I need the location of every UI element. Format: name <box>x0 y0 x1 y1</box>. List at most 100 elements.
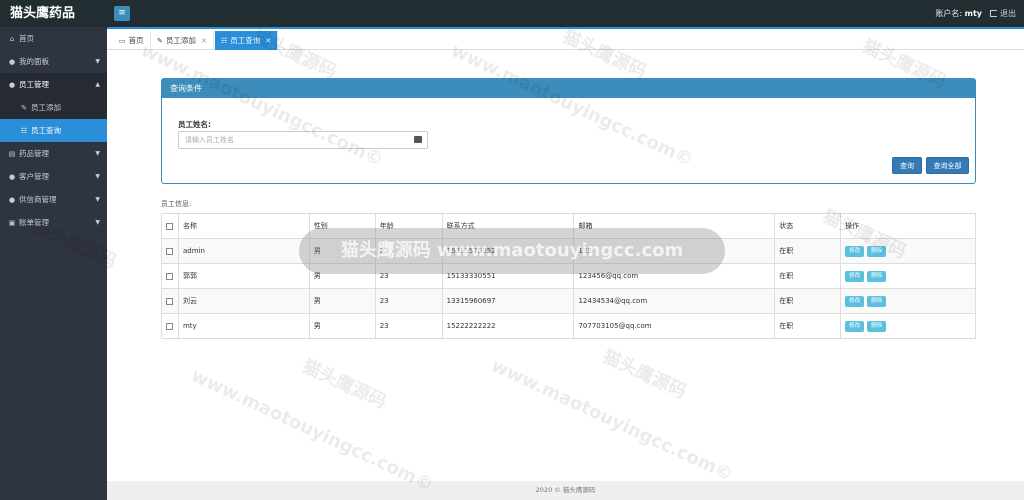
cell-status: 在职 <box>774 263 842 289</box>
keyboard-icon <box>414 136 422 143</box>
home-icon: ⌂ <box>9 35 15 43</box>
sidebar: ⌂ 首页 ● 我的面板 ▼ ● 员工管理 ▲ ✎ 员工添加 ☷ 员工查询 ▤ 药品管理 ▼ … <box>0 27 107 500</box>
tab-bar: ▭ 首页 ✎ 员工添加 ✕ ☷ 员工查询 ✕ <box>107 27 1024 51</box>
select-all-checkbox[interactable] <box>166 222 173 230</box>
watermark-overlay: 猫头鹰源码 www.maotouyingcc.com <box>299 228 725 274</box>
column-header: 操作 <box>840 213 976 239</box>
logout-button[interactable]: 退出 <box>990 0 1016 27</box>
cell-gender: 男 <box>308 313 376 339</box>
list-icon: ☷ <box>20 127 28 135</box>
users-icon: ● <box>8 196 16 204</box>
table-title: 员工信息: <box>161 200 192 208</box>
sidebar-item-drug-management[interactable]: ▤ 药品管理 ▼ <box>0 142 107 165</box>
cell-name: admin <box>177 238 310 264</box>
sidebar-item-label: 账单管理 <box>19 218 49 227</box>
monitor-icon: ▭ <box>119 37 126 45</box>
tab-staff-add[interactable]: ✎ 员工添加 ✕ <box>151 31 214 51</box>
close-icon[interactable]: ✕ <box>265 37 271 45</box>
cell-name: 刘云 <box>177 288 310 314</box>
sidebar-item-staff-query[interactable]: ☷ 员工查询 <box>0 119 107 142</box>
row-checkbox[interactable] <box>166 297 173 305</box>
account-label: 账户名: <box>935 9 963 18</box>
edit-button[interactable]: 修改 <box>845 320 865 332</box>
tab-label: 首页 <box>128 36 144 45</box>
chevron-down-icon: ▼ <box>95 58 100 65</box>
edit-icon: ✎ <box>157 37 163 45</box>
cell-phone: 15222222222 <box>441 313 575 339</box>
account-info: 账户名: mty <box>935 0 982 27</box>
sidebar-item-label: 首页 <box>19 34 34 43</box>
brand-title[interactable]: 猫头鹰药品 <box>0 0 107 27</box>
sidebar-item-label: 药品管理 <box>19 149 49 158</box>
account-name: mty <box>964 9 982 18</box>
menu-icon: ≡ <box>118 8 126 18</box>
users-icon: ● <box>8 81 16 89</box>
sidebar-item-supplier-management[interactable]: ● 供信商管理 ▼ <box>0 188 107 211</box>
edit-button[interactable]: 修改 <box>845 270 865 282</box>
cell-age: 23 <box>374 313 443 339</box>
chevron-down-icon: ▼ <box>95 150 100 157</box>
cell-email: 707703105@qq.com <box>573 313 776 339</box>
cell-actions: 修改 删除 <box>840 288 976 314</box>
cell-actions: 修改 删除 <box>840 313 976 339</box>
query-panel: 查询条件 员工姓名: 查询 查询全部 <box>161 78 976 184</box>
top-navbar: 猫头鹰药品 ≡ 账户名: mty 退出 <box>0 0 1024 27</box>
sidebar-item-label: 供信商管理 <box>19 195 57 204</box>
logout-icon <box>990 10 997 17</box>
cell-phone: 13315960697 <box>441 288 575 314</box>
users-icon: ● <box>8 173 16 181</box>
select-all-cell <box>161 213 179 239</box>
delete-button[interactable]: 删除 <box>867 270 887 282</box>
chevron-down-icon: ▼ <box>95 196 100 203</box>
row-checkbox[interactable] <box>166 272 173 280</box>
cell-name: mty <box>177 313 310 339</box>
sidebar-item-my-panel[interactable]: ● 我的面板 ▼ <box>0 50 107 73</box>
delete-button[interactable]: 删除 <box>867 295 887 307</box>
user-icon: ● <box>8 58 16 66</box>
list-icon: ☷ <box>221 37 228 45</box>
cell-age: 23 <box>374 288 443 314</box>
logout-label: 退出 <box>1000 9 1016 18</box>
footer: 2020 © 猫头鹰源码 <box>107 481 1024 500</box>
chevron-up-icon: ▲ <box>95 81 100 88</box>
book-icon: ▤ <box>8 150 16 158</box>
sidebar-item-label: 员工查询 <box>31 126 61 135</box>
tab-home[interactable]: ▭ 首页 <box>113 31 151 51</box>
tab-label: 员工添加 <box>165 36 196 45</box>
tab-label: 员工查询 <box>230 36 261 45</box>
delete-button[interactable]: 删除 <box>867 245 887 257</box>
row-checkbox[interactable] <box>166 322 173 330</box>
name-field-label: 员工姓名: <box>178 120 211 129</box>
row-checkbox[interactable] <box>166 247 173 255</box>
sidebar-item-customer-management[interactable]: ● 客户管理 ▼ <box>0 165 107 188</box>
sidebar-item-label: 员工添加 <box>31 103 61 112</box>
cell-actions: 修改 删除 <box>840 238 976 264</box>
tab-staff-query[interactable]: ☷ 员工查询 ✕ <box>215 31 279 51</box>
cell-status: 在职 <box>774 238 842 264</box>
sidebar-item-label: 客户管理 <box>19 172 49 181</box>
cell-status: 在职 <box>774 313 842 339</box>
column-header: 状态 <box>774 213 842 239</box>
sidebar-item-bill-management[interactable]: ▣ 账单管理 ▼ <box>0 211 107 234</box>
search-all-button[interactable]: 查询全部 <box>926 157 969 174</box>
table-row: mty 男 23 15222222222 707703105@qq.com 在职… <box>161 313 976 339</box>
cell-actions: 修改 删除 <box>840 263 976 289</box>
edit-button[interactable]: 修改 <box>845 245 865 257</box>
chevron-down-icon: ▼ <box>95 219 100 226</box>
cell-email: 12434534@qq.com <box>573 288 776 314</box>
sidebar-item-label: 我的面板 <box>19 57 49 66</box>
chevron-down-icon: ▼ <box>95 173 100 180</box>
cell-gender: 男 <box>308 288 376 314</box>
sidebar-toggle-button[interactable]: ≡ <box>114 6 130 21</box>
cell-status: 在职 <box>774 288 842 314</box>
folder-icon: ▣ <box>8 219 16 227</box>
sidebar-item-staff-add[interactable]: ✎ 员工添加 <box>0 96 107 119</box>
edit-button[interactable]: 修改 <box>845 295 865 307</box>
sidebar-item-label: 员工管理 <box>19 80 49 89</box>
sidebar-item-home[interactable]: ⌂ 首页 <box>0 27 107 50</box>
close-icon[interactable]: ✕ <box>201 37 207 45</box>
search-button[interactable]: 查询 <box>892 157 922 174</box>
sidebar-item-staff-management[interactable]: ● 员工管理 ▲ <box>0 73 107 96</box>
employee-name-input[interactable] <box>178 131 428 149</box>
delete-button[interactable]: 删除 <box>867 320 887 332</box>
